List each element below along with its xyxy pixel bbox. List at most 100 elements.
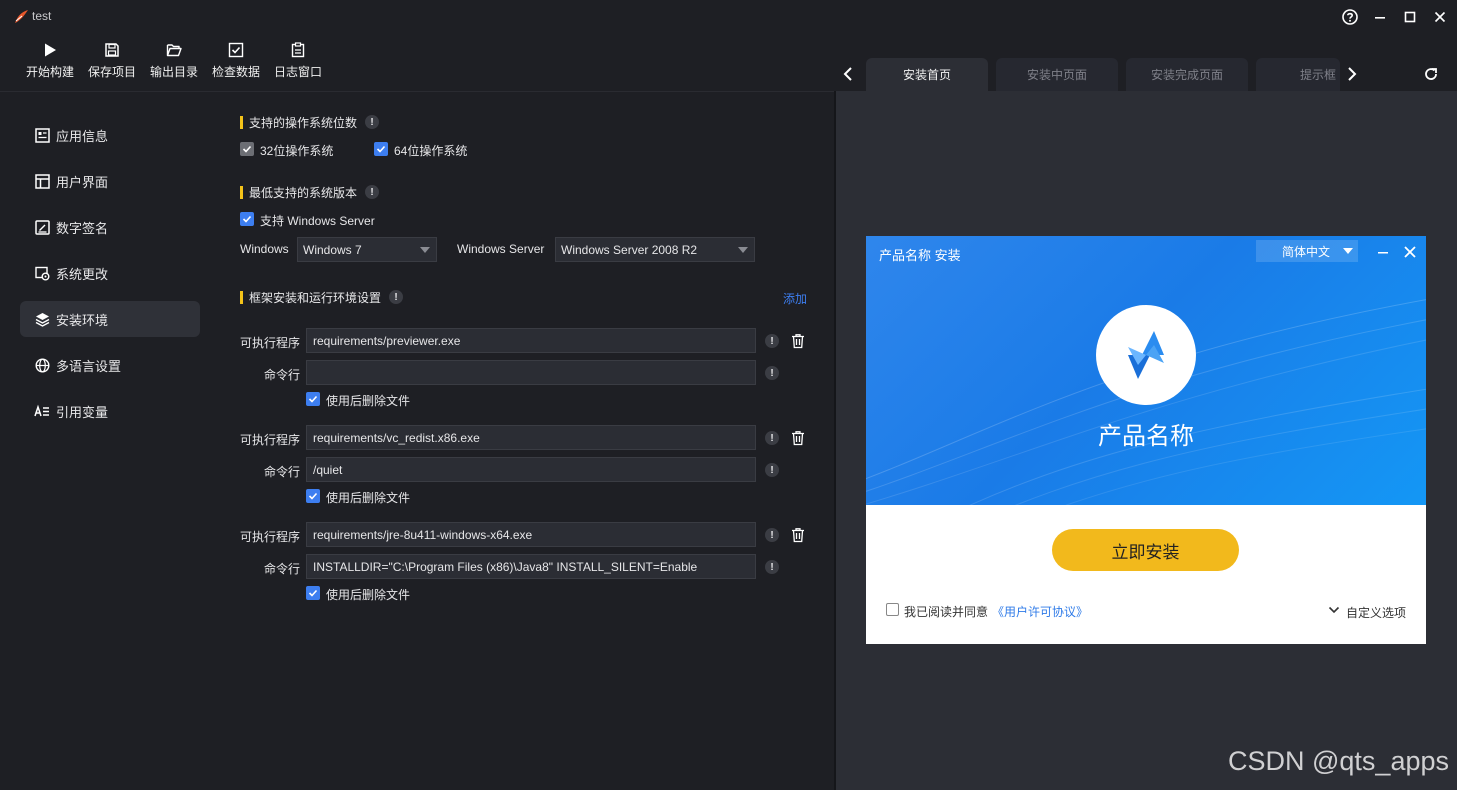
info-icon[interactable]: ! bbox=[765, 431, 779, 445]
globe-icon bbox=[34, 357, 50, 373]
label-support-server: 支持 Windows Server bbox=[260, 214, 375, 228]
install-now-button[interactable]: 立即安装 bbox=[1052, 529, 1239, 571]
server-version-select[interactable]: Windows Server 2008 R2 bbox=[555, 237, 755, 262]
label-64bit: 64位操作系统 bbox=[394, 144, 468, 158]
label-delete-after: 使用后删除文件 bbox=[326, 491, 411, 505]
layout-icon bbox=[34, 173, 50, 189]
sidebar-item-languages[interactable]: 多语言设置 bbox=[20, 347, 200, 383]
checkbox-64bit[interactable] bbox=[374, 142, 388, 156]
check-data-button[interactable]: 检查数据 bbox=[207, 42, 265, 82]
trash-icon[interactable] bbox=[790, 527, 806, 543]
cmd-input-2[interactable]: /quiet bbox=[306, 457, 756, 482]
info-icon[interactable]: ! bbox=[765, 334, 779, 348]
build-button[interactable]: 开始构建 bbox=[21, 42, 79, 82]
language-select[interactable]: 简体中文 bbox=[1256, 240, 1358, 262]
tab-dialog[interactable]: 提示框 bbox=[1256, 58, 1340, 91]
info-icon[interactable]: ! bbox=[365, 185, 380, 199]
close-icon[interactable] bbox=[1430, 7, 1450, 27]
sidebar-item-label: 用户界面 bbox=[56, 174, 109, 190]
chevron-down-icon bbox=[420, 247, 430, 253]
sidebar-item-label: 安装环境 bbox=[56, 312, 109, 328]
window-title: test bbox=[32, 9, 52, 23]
product-name: 产品名称 bbox=[1098, 423, 1194, 450]
info-icon[interactable]: ! bbox=[389, 290, 404, 304]
info-icon[interactable]: ! bbox=[765, 366, 779, 380]
sidebar-item-ui[interactable]: 用户界面 bbox=[20, 163, 200, 199]
sidebar-item-label: 系统更改 bbox=[56, 266, 109, 282]
output-dir-button[interactable]: 输出目录 bbox=[145, 42, 203, 82]
exe-input-2[interactable]: requirements/vc_redist.x86.exe bbox=[306, 425, 756, 450]
chevron-down-icon bbox=[1328, 604, 1340, 616]
checkbox-delete-after-2[interactable] bbox=[306, 489, 320, 503]
checkbox-delete-after-1[interactable] bbox=[306, 392, 320, 406]
tab-next-icon[interactable] bbox=[1342, 64, 1362, 84]
tab-install-complete[interactable]: 安装完成页面 bbox=[1126, 58, 1248, 91]
save-project-button[interactable]: 保存项目 bbox=[83, 42, 141, 82]
title-bar bbox=[0, 0, 1457, 34]
tab-prev-icon[interactable] bbox=[838, 64, 858, 84]
exe-label: 可执行程序 bbox=[239, 336, 300, 350]
section-marker bbox=[240, 115, 243, 129]
section-title-text: 最低支持的系统版本 bbox=[249, 185, 358, 200]
exe-input-1[interactable]: requirements/previewer.exe bbox=[306, 328, 756, 353]
cmd-label: 命令行 bbox=[263, 562, 300, 576]
sidebar-item-system-change[interactable]: 系统更改 bbox=[20, 255, 200, 291]
checkbox-support-server[interactable] bbox=[240, 212, 254, 226]
sidebar-item-variables[interactable]: 引用变量 bbox=[20, 393, 200, 429]
exe-input-3[interactable]: requirements/jre-8u411-windows-x64.exe bbox=[306, 522, 756, 547]
refresh-icon[interactable] bbox=[1421, 64, 1441, 84]
info-icon[interactable]: ! bbox=[765, 528, 779, 542]
cmd-input-1[interactable] bbox=[306, 360, 756, 385]
windows-version-select[interactable]: Windows 7 bbox=[297, 237, 437, 262]
exe-label: 可执行程序 bbox=[239, 530, 300, 544]
save-icon bbox=[105, 43, 119, 57]
select-value: Windows Server 2008 R2 bbox=[561, 242, 698, 257]
sidebar-item-app-info[interactable]: 应用信息 bbox=[20, 117, 200, 153]
app-info-icon bbox=[34, 127, 50, 143]
info-icon[interactable]: ! bbox=[765, 560, 779, 574]
minimize-icon[interactable] bbox=[1370, 7, 1390, 27]
build-label: 开始构建 bbox=[25, 65, 74, 79]
custom-options-link[interactable]: 自定义选项 bbox=[1346, 604, 1406, 621]
tab-installing[interactable]: 安装中页面 bbox=[996, 58, 1118, 91]
installer-header: 产品名称 安装 简体中文 bbox=[866, 236, 1426, 268]
license-link[interactable]: 《用户许可协议》 bbox=[992, 603, 1088, 620]
variable-icon bbox=[34, 403, 50, 419]
installer-preview: 产品名称 安装 简体中文 产品名称 立即安装 我已阅读并同意 《用户许可协议》 bbox=[866, 236, 1426, 644]
output-dir-label: 输出目录 bbox=[149, 65, 198, 79]
info-icon[interactable]: ! bbox=[765, 463, 779, 477]
maximize-icon[interactable] bbox=[1400, 7, 1420, 27]
installer-minimize-icon[interactable] bbox=[1377, 246, 1389, 258]
trash-icon[interactable] bbox=[790, 333, 806, 349]
log-window-button[interactable]: 日志窗口 bbox=[269, 42, 327, 82]
runtime-section-title: 框架安装和运行环境设置 ! bbox=[240, 289, 404, 305]
windows-version-label: Windows bbox=[240, 242, 289, 256]
clipboard-icon bbox=[291, 42, 305, 58]
min-version-section-title: 最低支持的系统版本 ! bbox=[240, 184, 380, 200]
os-bits-section-title: 支持的操作系统位数 ! bbox=[240, 114, 380, 130]
cmd-input-3[interactable]: INSTALLDIR="C:\Program Files (x86)\Java8… bbox=[306, 554, 756, 579]
installer-close-icon[interactable] bbox=[1404, 246, 1416, 258]
agree-text: 我已阅读并同意 bbox=[904, 605, 989, 619]
sidebar-item-label: 引用变量 bbox=[56, 404, 109, 420]
system-change-icon bbox=[34, 265, 50, 281]
check-data-label: 检查数据 bbox=[211, 65, 260, 79]
product-logo-icon bbox=[1128, 331, 1164, 379]
trash-icon[interactable] bbox=[790, 430, 806, 446]
chevron-down-icon bbox=[1343, 248, 1353, 254]
check-square-icon bbox=[228, 42, 244, 58]
sidebar-item-install-env[interactable]: 安装环境 bbox=[20, 301, 200, 337]
add-runtime-link[interactable]: 添加 bbox=[783, 290, 807, 307]
checkbox-32bit[interactable] bbox=[240, 142, 254, 156]
section-marker bbox=[240, 290, 243, 304]
label-32bit: 32位操作系统 bbox=[260, 144, 334, 158]
help-icon[interactable] bbox=[1340, 7, 1360, 27]
sidebar-item-signature[interactable]: 数字签名 bbox=[20, 209, 200, 245]
server-version-label: Windows Server bbox=[457, 242, 545, 256]
app-logo-icon bbox=[15, 10, 28, 23]
checkbox-delete-after-3[interactable] bbox=[306, 586, 320, 600]
agree-checkbox[interactable] bbox=[886, 603, 899, 616]
exe-label: 可执行程序 bbox=[239, 433, 300, 447]
info-icon[interactable]: ! bbox=[365, 115, 380, 129]
tab-install-home[interactable]: 安装首页 bbox=[866, 58, 988, 91]
